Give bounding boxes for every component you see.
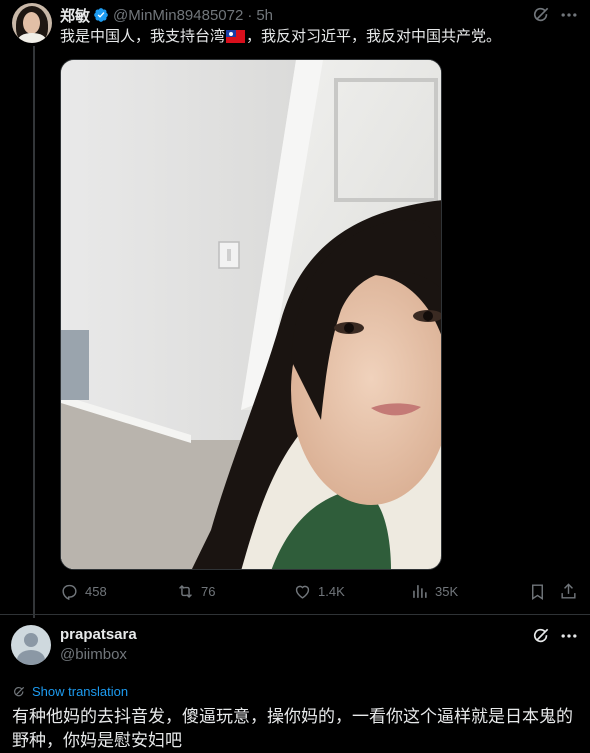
author-avatar[interactable] xyxy=(12,3,52,43)
reply-button[interactable]: 458 xyxy=(60,582,107,601)
author-name[interactable]: 郑敏 xyxy=(60,5,90,26)
show-translation-link[interactable]: Show translation xyxy=(12,684,128,699)
repost-count: 76 xyxy=(201,584,216,599)
views-chart-icon xyxy=(413,585,427,598)
reply-author-avatar[interactable] xyxy=(11,625,51,665)
grok-small-icon xyxy=(14,686,25,696)
reply-count: 458 xyxy=(85,584,107,599)
more-options-icon[interactable] xyxy=(559,5,579,25)
author-handle[interactable]: @MinMin89485072 xyxy=(113,7,243,24)
tweet-timestamp[interactable]: 5h xyxy=(256,7,273,24)
reply-author-handle[interactable]: @biimbox xyxy=(60,646,127,663)
dot-separator: · xyxy=(247,6,253,24)
tweet-text: 我是中国人，我支持台湾 ，我反对习近平，我反对中国共产党。 xyxy=(60,27,501,47)
show-translation-label: Show translation xyxy=(32,684,129,699)
taiwan-flag-icon xyxy=(226,30,246,43)
grok-icon[interactable] xyxy=(531,626,551,646)
bookmark-icon[interactable] xyxy=(528,582,547,601)
divider xyxy=(0,614,590,615)
tweet-actions-bar: 458 76 1.4K 35K xyxy=(60,582,580,602)
tweet-text-part2: ，我反对习近平，我反对中国共产党。 xyxy=(246,28,502,45)
tweet-header: 郑敏 @MinMin89485072 · 5h xyxy=(60,5,273,26)
views-button[interactable]: 35K xyxy=(410,582,458,601)
more-options-icon[interactable] xyxy=(559,626,579,646)
repost-icon xyxy=(179,584,192,599)
reply-text: 有种他妈的去抖音发，傻逼玩意，操你妈的，一看你这个逼样就是日本鬼的野种，你妈是慰… xyxy=(12,707,573,750)
verified-badge-icon xyxy=(94,8,108,22)
tweet-photo[interactable] xyxy=(60,59,442,570)
reply-author-name[interactable]: prapatsara xyxy=(60,626,137,643)
thread-connector-line xyxy=(33,46,35,618)
selfie-photo-image xyxy=(61,60,441,569)
share-icon[interactable] xyxy=(559,582,578,601)
grok-icon[interactable] xyxy=(531,5,551,25)
view-count: 35K xyxy=(435,584,459,599)
like-button[interactable]: 1.4K xyxy=(293,582,345,601)
tweet-text-part1: 我是中国人，我支持台湾 xyxy=(60,28,226,45)
like-count: 1.4K xyxy=(318,584,345,599)
heart-icon xyxy=(295,585,310,599)
repost-button[interactable]: 76 xyxy=(176,582,215,601)
reply-icon xyxy=(62,584,77,601)
